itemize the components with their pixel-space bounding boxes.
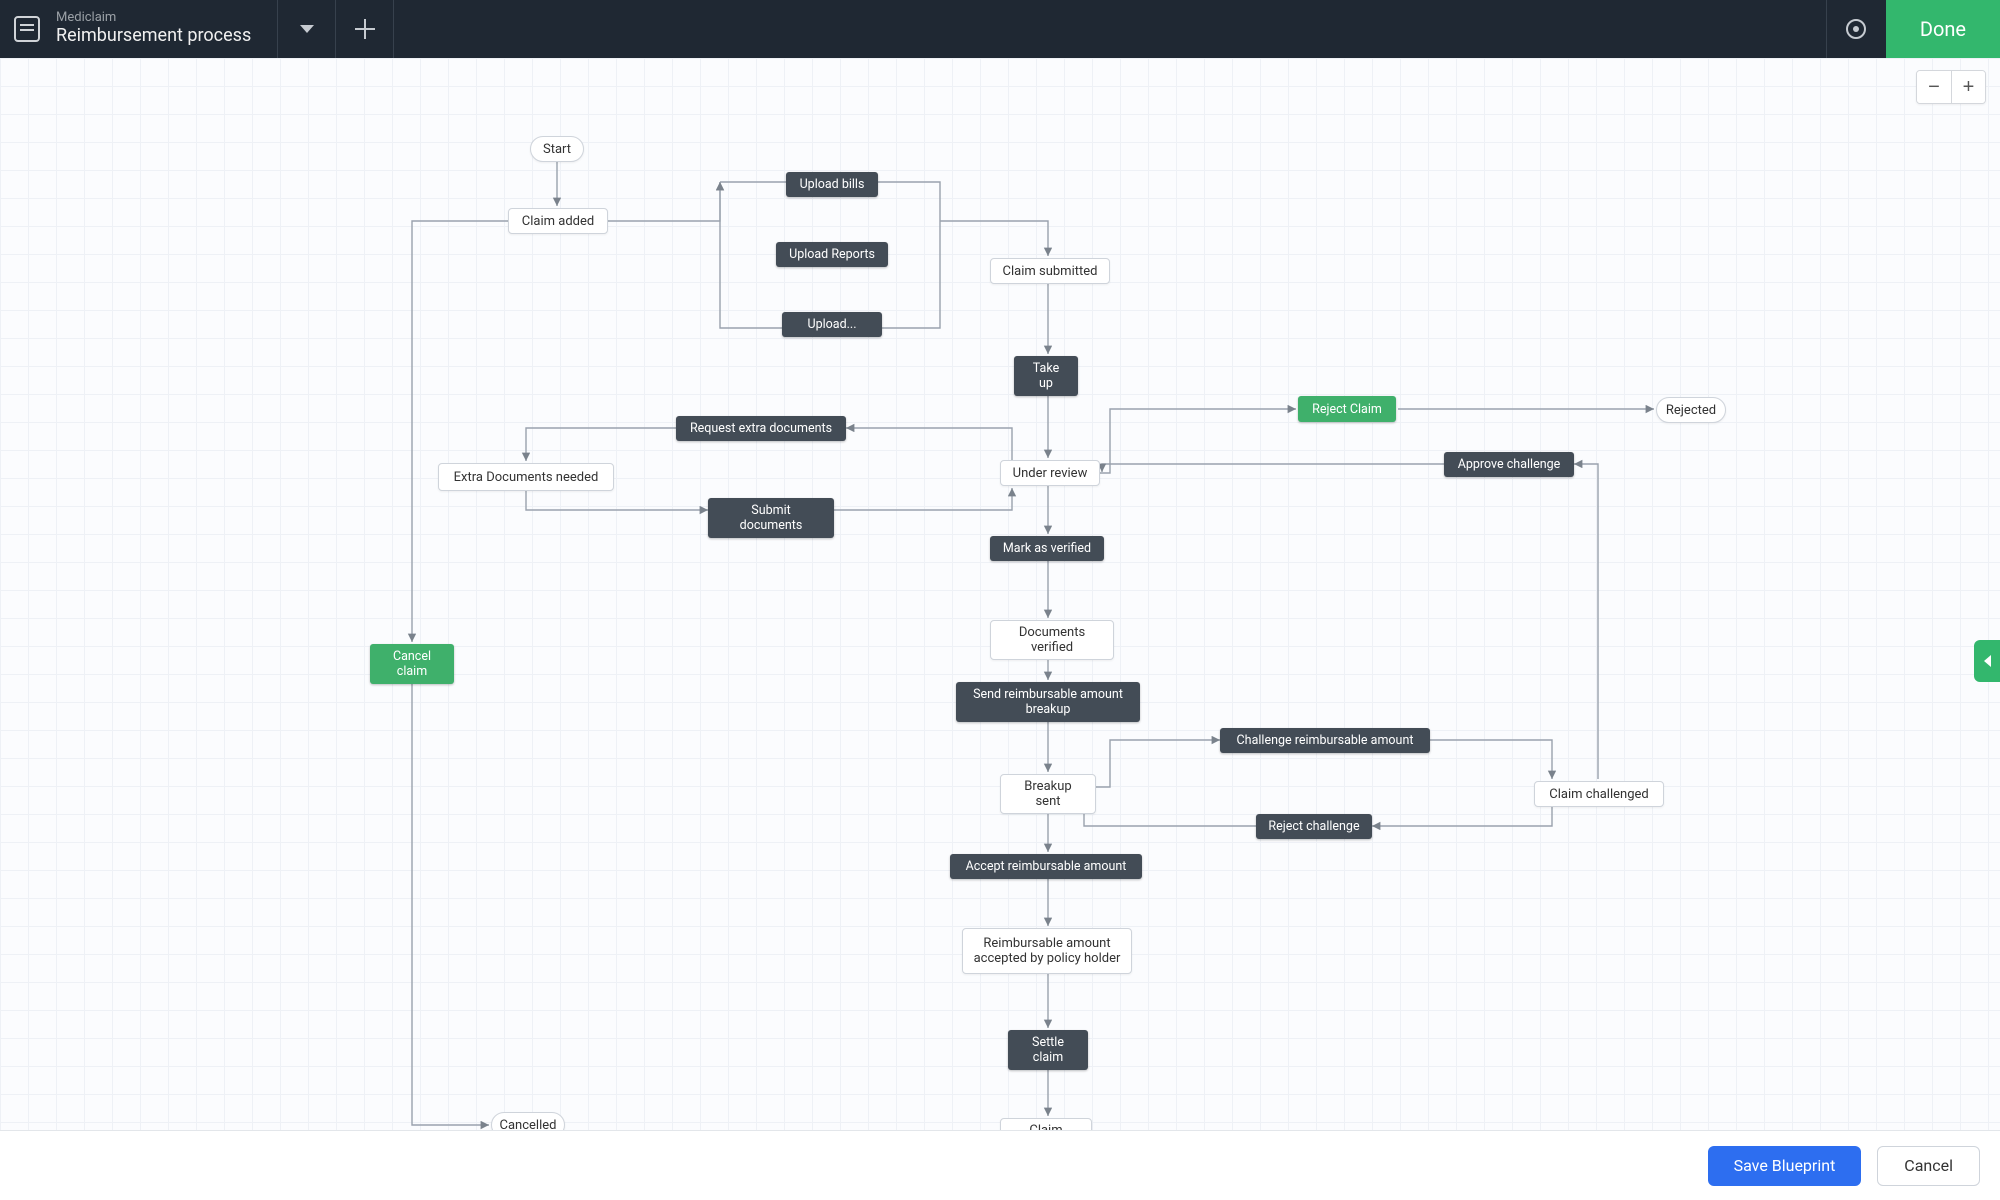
transition-mark-verified[interactable]: Mark as verified [990, 536, 1104, 561]
zoom-out-button[interactable]: − [1917, 71, 1951, 103]
state-extra-docs[interactable]: Extra Documents needed [438, 463, 614, 491]
state-claim-challenged[interactable]: Claim challenged [1534, 781, 1664, 807]
transition-settle-claim[interactable]: Settle claim [1008, 1030, 1088, 1070]
footer-bar: Save Blueprint Cancel [0, 1130, 2000, 1200]
title-dropdown-button[interactable] [278, 0, 336, 58]
spacer [394, 0, 1826, 58]
transition-request-extra[interactable]: Request extra documents [676, 416, 846, 441]
chevron-down-icon [300, 25, 314, 33]
state-start[interactable]: Start [530, 136, 584, 162]
transition-reject-claim[interactable]: Reject Claim [1298, 396, 1396, 422]
save-blueprint-button[interactable]: Save Blueprint [1708, 1146, 1862, 1186]
done-button[interactable]: Done [1886, 0, 2000, 58]
gear-icon [1846, 19, 1866, 39]
plus-icon [355, 19, 375, 39]
transition-send-breakup[interactable]: Send reimbursable amount breakup [956, 682, 1140, 722]
title-block: Mediclaim Reimbursement process [56, 11, 251, 47]
transition-take-up[interactable]: Take up [1014, 356, 1078, 396]
transition-challenge-amount[interactable]: Challenge reimbursable amount [1220, 728, 1430, 753]
transition-upload-reports[interactable]: Upload Reports [776, 242, 888, 267]
category-label: Mediclaim [56, 11, 251, 26]
state-breakup-sent[interactable]: Breakup sent [1000, 774, 1096, 814]
state-claim-settled[interactable]: Claim settled [1000, 1118, 1092, 1130]
transition-reject-challenge[interactable]: Reject challenge [1256, 814, 1372, 839]
blueprint-icon [14, 16, 40, 42]
cancel-button[interactable]: Cancel [1877, 1146, 1980, 1186]
zoom-controls: − + [1916, 70, 1986, 104]
flow-canvas[interactable]: Start Claim added Claim submitted Under rev… [0, 58, 2000, 1130]
top-bar-left: Mediclaim Reimbursement process [0, 0, 251, 58]
transition-approve-challenge[interactable]: Approve challenge [1444, 452, 1574, 477]
state-rejected[interactable]: Rejected [1656, 397, 1726, 423]
add-button[interactable] [336, 0, 394, 58]
state-cancelled[interactable]: Cancelled [491, 1112, 565, 1130]
transition-accept-amount[interactable]: Accept reimbursable amount [950, 854, 1142, 879]
top-bar: Mediclaim Reimbursement process Done [0, 0, 2000, 58]
state-docs-verified[interactable]: Documents verified [990, 620, 1114, 660]
transition-cancel-claim[interactable]: Cancel claim [370, 644, 454, 684]
transition-submit-docs[interactable]: Submit documents [708, 498, 834, 538]
transition-upload-more[interactable]: Upload... [782, 312, 882, 337]
state-claim-submitted[interactable]: Claim submitted [990, 258, 1110, 284]
page-title: Reimbursement process [56, 26, 251, 47]
zoom-in-button[interactable]: + [1951, 71, 1985, 103]
state-under-review[interactable]: Under review [1000, 460, 1100, 486]
settings-button[interactable] [1826, 0, 1886, 58]
transition-upload-bills[interactable]: Upload bills [786, 172, 878, 197]
state-claim-added[interactable]: Claim added [508, 208, 608, 234]
state-reimb-accepted[interactable]: Reimbursable amount accepted by policy h… [962, 928, 1132, 974]
side-panel-toggle[interactable] [1974, 640, 2000, 682]
